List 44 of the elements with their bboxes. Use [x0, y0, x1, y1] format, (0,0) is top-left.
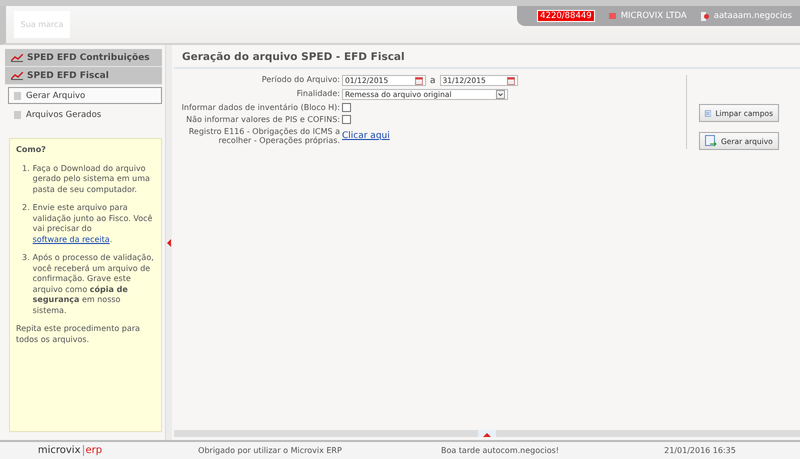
footer-message: Obrigado por utilizar o Microvix ERP [197, 446, 343, 455]
help-title: Como? [16, 145, 47, 156]
user-name: aataaam.negocios [714, 11, 792, 21]
step-number: 3. [22, 253, 30, 264]
datetime-text: 21/01/2016 16:35 [663, 446, 737, 455]
link[interactable]: Clicar aqui [342, 131, 390, 141]
splitter-handle[interactable] [166, 45, 172, 440]
document-icon [14, 92, 21, 100]
checkbox[interactable] [342, 115, 351, 124]
menu-group[interactable]: SPED EFD Fiscal [5, 67, 162, 85]
software-link[interactable]: software da receita [32, 234, 110, 244]
field-label: Finalidade: [296, 89, 340, 100]
help-step: Após o processo de validação, você receberá um arquivo de confirmação. Grave este arquivo como cópia de segurança em nosso sistema. [32, 253, 155, 316]
user-icon [700, 12, 709, 20]
calendar-icon[interactable] [506, 76, 515, 84]
greeting-text: Boa tarde autocom.negocios! [440, 446, 560, 455]
document-icon [14, 110, 21, 118]
collapse-arrow-icon[interactable] [167, 238, 171, 246]
help-step: Faça o Download do arquivo gerado pelo sistema em uma pasta de seu computador. [32, 164, 155, 195]
step-number: 2. [22, 203, 30, 214]
calendar-icon[interactable] [415, 76, 423, 84]
logo-text: erp [82, 445, 102, 456]
checkbox[interactable] [342, 103, 351, 112]
field-label: Não informar valores de PIS e COFINS: [185, 115, 340, 124]
chart-icon [11, 54, 23, 62]
range-separator: a [430, 76, 436, 86]
help-note: Repita este procedimento para todos os arquivos. [16, 324, 141, 345]
dropdown-arrow-icon [496, 90, 505, 99]
scrollbar[interactable] [174, 430, 800, 437]
menu-item[interactable]: Gerar Arquivo [8, 87, 162, 104]
field-label: Período do Arquivo: [260, 75, 340, 86]
counter-badge: 4220/88449 [537, 10, 595, 22]
page-title: Geração do arquivo SPED - EFD Fiscal [174, 47, 800, 69]
chart-icon [11, 72, 23, 80]
company-name: MICROVIX LTDA [620, 11, 687, 21]
menu-group[interactable]: SPED EFD Contribuições [5, 49, 162, 67]
menu-item[interactable]: Arquivos Gerados [8, 106, 162, 123]
form-icon [705, 108, 712, 118]
field-label: Informar dados de inventário (Bloco H): [180, 103, 340, 112]
step-number: 1. [22, 164, 30, 174]
field-label: Registro E116 - Obrigações do ICMS a recolher - Operações próprias. [188, 127, 340, 145]
logo-text: microvix [38, 445, 81, 456]
company-icon [608, 13, 616, 19]
help-step: Envie este arquivo para validação junto ao Fisco. Você vai precisar do software da receita. [32, 203, 155, 245]
